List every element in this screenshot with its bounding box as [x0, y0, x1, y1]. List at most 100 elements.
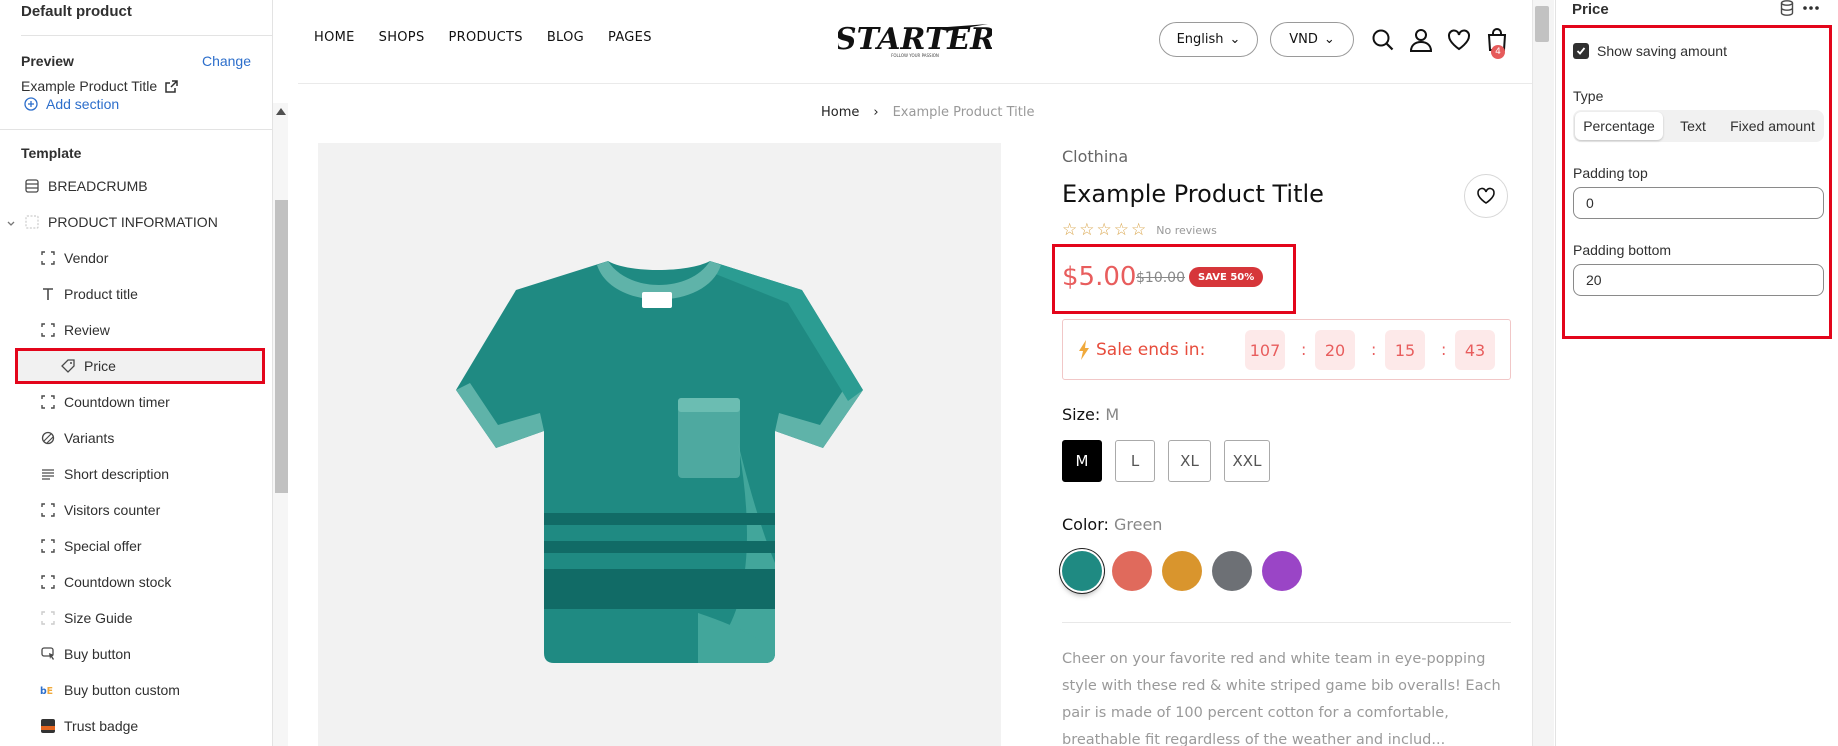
tree-item-label: Size Guide: [64, 610, 133, 626]
compare-price: $10.00: [1136, 270, 1185, 286]
variants-icon: [40, 431, 55, 446]
tree-item-countdown-timer[interactable]: Countdown timer: [0, 384, 266, 420]
type-option-fixed-amount[interactable]: Fixed amount: [1723, 112, 1822, 140]
tree-item-label: Countdown timer: [64, 394, 170, 410]
size-option-m[interactable]: M: [1062, 440, 1102, 482]
preview-scrollbar[interactable]: [1532, 0, 1554, 746]
tree-item-review[interactable]: Review: [0, 312, 266, 348]
tree-item-size-guide[interactable]: Size Guide: [0, 600, 266, 636]
chevron-down-icon: ⌄: [1229, 32, 1241, 47]
settings-title: Price: [1572, 1, 1609, 18]
section-icon: [24, 215, 39, 230]
type-option-text[interactable]: Text: [1663, 112, 1723, 140]
tree-item-buy-button-custom[interactable]: b E Buy button custom: [0, 672, 266, 708]
tree-item-label: Countdown stock: [64, 574, 172, 590]
star-outline-icon: ☆: [1096, 220, 1112, 240]
section-tree: BREADCRUMB PRODUCT INFORMATION Vendor Produ…: [0, 168, 266, 744]
preview-scroll-thumb[interactable]: [1535, 6, 1549, 42]
preview-product-link[interactable]: Example Product Title: [21, 78, 251, 94]
tree-item-label: Review: [64, 322, 110, 338]
more-actions-icon[interactable]: [1802, 0, 1820, 16]
add-to-wishlist-button[interactable]: [1464, 174, 1508, 218]
color-swatch[interactable]: [1212, 551, 1252, 591]
tree-item-breadcrumb[interactable]: BREADCRUMB: [0, 168, 266, 204]
scroll-up-arrow-icon[interactable]: [276, 108, 286, 115]
price-tag-icon: [60, 359, 75, 374]
account-icon[interactable]: [1408, 27, 1434, 53]
nav-link-products[interactable]: PRODUCTS: [449, 30, 523, 45]
color-label-text: Color:: [1062, 515, 1109, 534]
badge-image-icon: [40, 719, 55, 734]
timer-separator: :: [1371, 340, 1377, 359]
block-icon: [40, 395, 55, 410]
tree-item-buy-button[interactable]: Buy button: [0, 636, 266, 672]
color-swatch[interactable]: [1262, 551, 1302, 591]
timer-separator: :: [1301, 340, 1307, 359]
color-swatch[interactable]: [1112, 551, 1152, 591]
database-icon[interactable]: [1780, 0, 1794, 16]
tree-item-product-title[interactable]: Product title: [0, 276, 266, 312]
tshirt-image: [456, 261, 863, 663]
template-heading: Template: [21, 145, 82, 161]
type-label: Type: [1573, 88, 1604, 104]
chevron-down-icon[interactable]: [6, 216, 16, 226]
color-swatch[interactable]: [1162, 551, 1202, 591]
nav-link-blog[interactable]: BLOG: [547, 30, 584, 45]
nav-link-shops[interactable]: SHOPS: [379, 30, 425, 45]
tree-item-countdown-stock[interactable]: Countdown stock: [0, 564, 266, 600]
tree-item-short-description[interactable]: Short description: [0, 456, 266, 492]
store-logo[interactable]: STARTER FOLLOW YOUR PASSION: [838, 22, 992, 58]
color-swatch[interactable]: [1062, 551, 1102, 591]
rating-stars: ☆ ☆ ☆ ☆ ☆ No reviews: [1062, 220, 1217, 240]
sale-price: $5.00: [1062, 262, 1137, 292]
divider: [1062, 622, 1511, 623]
cart-count-badge: 4: [1491, 45, 1505, 59]
padding-top-input[interactable]: [1573, 187, 1824, 219]
language-selector[interactable]: English ⌄: [1159, 22, 1258, 57]
plus-circle-icon: [24, 97, 38, 111]
lightning-icon: [1079, 340, 1089, 360]
padding-top-label: Padding top: [1573, 165, 1648, 181]
color-swatches: [1062, 551, 1302, 591]
color-selected-value: Green: [1113, 515, 1163, 534]
store-header: HOME SHOPS PRODUCTS BLOG PAGES STARTER FOLLO…: [298, 0, 1532, 84]
type-option-percentage[interactable]: Percentage: [1575, 112, 1663, 140]
main-nav: HOME SHOPS PRODUCTS BLOG PAGES: [314, 30, 676, 45]
nav-link-home[interactable]: HOME: [314, 30, 355, 45]
search-icon[interactable]: [1370, 27, 1396, 53]
size-option-l[interactable]: L: [1115, 440, 1155, 482]
show-saving-amount-checkbox[interactable]: Show saving amount: [1573, 43, 1727, 59]
wishlist-icon[interactable]: [1446, 27, 1472, 53]
preview-product-name: Example Product Title: [21, 78, 158, 94]
tree-item-variants[interactable]: Variants: [0, 420, 266, 456]
size-selected-value: M: [1105, 405, 1120, 424]
currency-selector[interactable]: VND ⌄: [1270, 22, 1354, 57]
tree-item-visitors-counter[interactable]: Visitors counter: [0, 492, 266, 528]
breadcrumb-home[interactable]: Home: [821, 105, 859, 120]
nav-link-pages[interactable]: PAGES: [608, 30, 652, 45]
tree-item-special-offer[interactable]: Special offer: [0, 528, 266, 564]
size-option-xxl[interactable]: XXL: [1224, 440, 1270, 482]
tree-item-price[interactable]: Price: [15, 348, 265, 384]
block-faded-icon: [40, 611, 55, 626]
checkbox-checked-icon[interactable]: [1573, 43, 1589, 59]
cursor-icon: [40, 647, 55, 662]
external-link-icon: [165, 79, 178, 93]
tree-item-label: Trust badge: [64, 718, 139, 734]
star-outline-icon: ☆: [1131, 220, 1147, 240]
size-option-xl[interactable]: XL: [1168, 440, 1211, 482]
tree-item-product-information[interactable]: PRODUCT INFORMATION: [0, 204, 266, 240]
add-section-button[interactable]: Add section: [24, 96, 119, 112]
sidebar-scroll-thumb[interactable]: [275, 200, 288, 493]
size-label-text: Size:: [1062, 405, 1101, 424]
language-value: English: [1176, 32, 1224, 47]
sale-ends-label: Sale ends in:: [1078, 340, 1205, 360]
block-icon: [40, 503, 55, 518]
tree-item-trust-badge[interactable]: Trust badge: [0, 708, 266, 744]
product-image[interactable]: [318, 143, 1001, 746]
change-preview-link[interactable]: Change: [202, 53, 251, 69]
tree-item-vendor[interactable]: Vendor: [0, 240, 266, 276]
add-section-label: Add section: [46, 96, 120, 112]
padding-bottom-input[interactable]: [1573, 264, 1824, 296]
star-outline-icon: ☆: [1079, 220, 1095, 240]
